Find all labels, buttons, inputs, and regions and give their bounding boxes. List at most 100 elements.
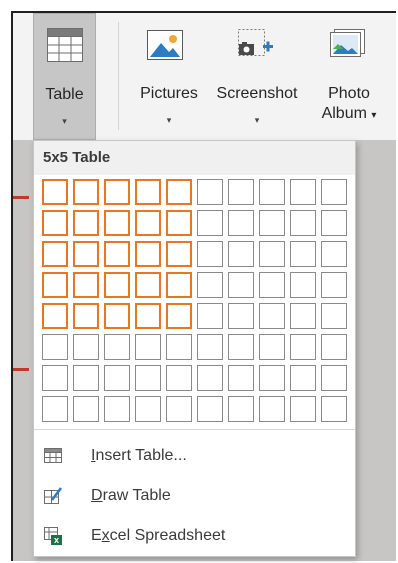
table-grid-cell[interactable] [259,272,285,298]
table-grid-cell[interactable] [259,396,285,422]
table-grid-cell[interactable] [228,365,254,391]
table-grid-cell[interactable] [321,303,347,329]
table-grid-cell[interactable] [321,272,347,298]
table-grid-cell[interactable] [166,334,192,360]
table-grid-cell-selected[interactable] [73,272,99,298]
table-grid-cell[interactable] [42,365,68,391]
table-grid-cell[interactable] [259,365,285,391]
table-grid-cell[interactable] [290,272,316,298]
table-grid-cell[interactable] [197,396,223,422]
draw-table-item[interactable]: Draw Table [34,476,355,516]
table-grid-cell-selected[interactable] [104,303,130,329]
table-grid-cell-selected[interactable] [135,272,161,298]
screenshot-button[interactable]: Screenshot ▾ [206,13,308,140]
table-grid-cell[interactable] [290,241,316,267]
table-grid-cell[interactable] [290,303,316,329]
table-grid-cell[interactable] [197,210,223,236]
table-grid-cell-selected[interactable] [42,241,68,267]
table-grid-cell[interactable] [228,210,254,236]
table-grid-cell[interactable] [228,396,254,422]
table-grid-cell-selected[interactable] [166,241,192,267]
table-grid-cell[interactable] [259,303,285,329]
table-grid-cell-selected[interactable] [42,210,68,236]
table-grid-cell[interactable] [321,365,347,391]
table-grid-cell[interactable] [228,272,254,298]
table-grid-cell-selected[interactable] [135,241,161,267]
insert-table-item[interactable]: Insert Table... [34,436,355,476]
table-grid-cell[interactable] [290,179,316,205]
table-grid-cell[interactable] [42,334,68,360]
table-grid-cell[interactable] [290,334,316,360]
table-grid-cell[interactable] [73,334,99,360]
table-grid-cell[interactable] [104,334,130,360]
table-grid-cell-selected[interactable] [42,303,68,329]
table-grid-cell-selected[interactable] [73,210,99,236]
draw-table-label-rest: raw Table [102,487,171,504]
screenshot-icon [238,29,273,56]
pictures-button[interactable]: Pictures ▾ [133,13,205,140]
table-grid-cell[interactable] [197,365,223,391]
draw-table-label: Draw Table [91,476,171,516]
table-grid-cell-selected[interactable] [104,241,130,267]
screenshot-button-label: Screenshot [216,85,298,102]
table-grid-cell-selected[interactable] [104,179,130,205]
slide-marker-top [13,196,29,199]
table-grid-cell[interactable] [321,210,347,236]
table-grid-cell[interactable] [259,179,285,205]
table-grid-cell[interactable] [290,396,316,422]
table-grid-cell[interactable] [228,241,254,267]
table-grid-cell[interactable] [73,396,99,422]
table-grid-cell-selected[interactable] [135,179,161,205]
table-grid-cell-selected[interactable] [73,303,99,329]
photo-album-label-line2: Album ▾ [321,105,377,122]
table-button[interactable]: Table ▾ [33,13,96,140]
table-grid-cell[interactable] [197,241,223,267]
table-grid-cell-selected[interactable] [166,303,192,329]
table-grid-cell[interactable] [197,179,223,205]
screenshot-dropdown-arrow: ▾ [254,115,260,125]
table-grid-cell[interactable] [104,396,130,422]
table-grid-cell[interactable] [135,396,161,422]
excel-spreadsheet-item[interactable]: x Excel Spreadsheet [34,516,355,556]
slide-marker-bottom [13,368,29,371]
table-grid-cell[interactable] [290,365,316,391]
table-grid-cell[interactable] [321,241,347,267]
table-grid-cell[interactable] [197,334,223,360]
table-grid-cell-selected[interactable] [42,179,68,205]
table-grid-cell-selected[interactable] [73,179,99,205]
table-grid-cell[interactable] [197,272,223,298]
table-grid-cell-selected[interactable] [73,241,99,267]
table-size-grid[interactable] [42,179,352,427]
table-grid-cell[interactable] [135,334,161,360]
table-grid-cell[interactable] [259,210,285,236]
photo-album-dropdown-arrow: ▾ [371,110,377,121]
table-grid-cell[interactable] [228,303,254,329]
table-grid-cell[interactable] [228,334,254,360]
table-grid-cell[interactable] [321,334,347,360]
table-grid-cell-selected[interactable] [135,210,161,236]
table-grid-cell[interactable] [259,241,285,267]
table-grid-cell[interactable] [228,179,254,205]
photo-album-button[interactable]: Photo Album ▾ [311,13,387,140]
table-grid-cell[interactable] [42,396,68,422]
table-grid-cell[interactable] [259,334,285,360]
menu-separator [34,429,355,430]
table-grid-cell[interactable] [321,179,347,205]
table-grid-cell-selected[interactable] [166,272,192,298]
table-grid-cell[interactable] [135,365,161,391]
table-grid-cell[interactable] [290,210,316,236]
table-grid-cell[interactable] [321,396,347,422]
table-grid-cell-selected[interactable] [42,272,68,298]
photo-album-icon [330,29,365,57]
table-grid-cell-selected[interactable] [104,272,130,298]
table-grid-cell[interactable] [73,365,99,391]
insert-table-icon [44,448,62,463]
table-grid-cell-selected[interactable] [104,210,130,236]
table-grid-cell[interactable] [104,365,130,391]
table-grid-cell-selected[interactable] [166,210,192,236]
table-grid-cell[interactable] [166,365,192,391]
table-grid-cell[interactable] [197,303,223,329]
table-grid-cell-selected[interactable] [135,303,161,329]
table-grid-cell-selected[interactable] [166,179,192,205]
table-grid-cell[interactable] [166,396,192,422]
